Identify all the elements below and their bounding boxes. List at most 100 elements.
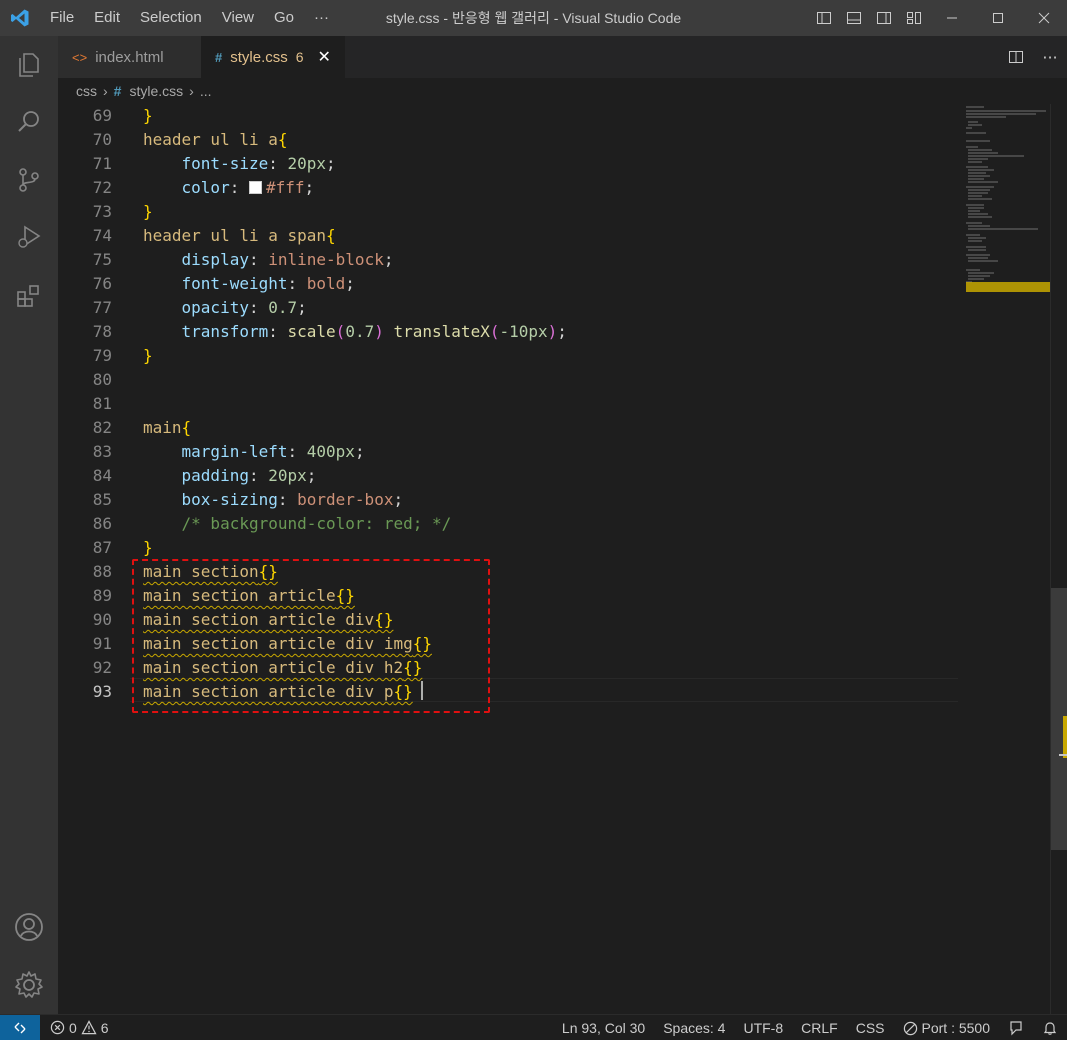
title-controls: [809, 0, 1067, 36]
end-of-line[interactable]: CRLF: [792, 1020, 847, 1036]
code-line: 84 padding: 20px;: [58, 464, 958, 488]
line-number: 92: [92, 658, 112, 677]
status-right-group: Ln 93, Col 30 Spaces: 4 UTF-8 CRLF CSS P…: [553, 1015, 1067, 1040]
maximize-icon[interactable]: [975, 0, 1021, 36]
code-line: 82 main{: [58, 416, 958, 440]
line-number: 84: [92, 466, 112, 485]
breadcrumb-file[interactable]: style.css: [129, 83, 183, 99]
code-line: 73}: [58, 200, 958, 224]
minimap[interactable]: [958, 104, 1050, 1014]
account-icon[interactable]: [0, 902, 58, 952]
tab-label: index.html: [95, 48, 164, 66]
scrollbar-cursor-marker: [1059, 754, 1067, 756]
line-number: 73: [92, 202, 112, 221]
code-text: display: inline-block;: [181, 250, 394, 269]
code-line: 76 font-weight: bold;: [58, 272, 958, 296]
more-actions-icon[interactable]: ···: [1033, 36, 1067, 78]
code-editor[interactable]: 69} 70 header ul li a{ 71 font-size: 20px…: [58, 104, 958, 1014]
color-swatch-icon[interactable]: [248, 181, 262, 194]
line-number: 91: [92, 634, 112, 653]
feedback-icon[interactable]: [999, 1020, 1033, 1036]
line-number: 93: [92, 682, 112, 701]
code-line: 77 opacity: 0.7;: [58, 296, 958, 320]
search-icon[interactable]: [0, 97, 58, 147]
menu-go[interactable]: Go: [264, 0, 304, 36]
tab-index-html[interactable]: <> index.html: [58, 36, 201, 78]
toggle-panel-icon[interactable]: [839, 0, 869, 36]
line-number: 86: [92, 514, 112, 533]
minimize-icon[interactable]: [929, 0, 975, 36]
code-line: 78 transform: scale(0.7) translateX(-10p…: [58, 320, 958, 344]
close-tab-icon[interactable]: ✕: [318, 47, 331, 67]
css-hash-icon: #: [113, 83, 122, 99]
breadcrumb-folder[interactable]: css: [76, 83, 97, 99]
menu-edit[interactable]: Edit: [84, 0, 130, 36]
problem-count-badge: 6: [295, 49, 304, 65]
remote-indicator-icon[interactable]: [0, 1014, 40, 1040]
line-number: 71: [92, 154, 112, 173]
code-line: 72 color: #fff;: [58, 176, 958, 200]
notifications-bell-icon[interactable]: [1033, 1020, 1067, 1036]
no-entry-icon: [903, 1021, 917, 1035]
code-line: 83 margin-left: 400px;: [58, 440, 958, 464]
customize-layout-icon[interactable]: [899, 0, 929, 36]
line-number: 90: [92, 610, 112, 629]
code-line: 69}: [58, 104, 958, 128]
run-debug-icon[interactable]: [0, 212, 58, 262]
menu-selection[interactable]: Selection: [130, 0, 212, 36]
chevron-right-icon: ›: [189, 83, 194, 99]
live-server-port[interactable]: Port : 5500: [894, 1020, 1000, 1036]
warning-icon: [81, 1020, 97, 1035]
split-editor-icon[interactable]: [999, 36, 1033, 78]
problems-indicator[interactable]: 0 6: [50, 1020, 109, 1036]
line-number: 75: [92, 250, 112, 269]
code-text: /* background-color: red; */: [181, 514, 452, 533]
encoding[interactable]: UTF-8: [734, 1020, 792, 1036]
breadcrumb: css › # style.css › ...: [58, 78, 1067, 104]
menu-view[interactable]: View: [212, 0, 264, 36]
warning-count: 6: [100, 1019, 109, 1036]
port-label: Port : 5500: [921, 1020, 991, 1036]
line-number: 81: [92, 394, 112, 413]
code-text: header ul li a{: [143, 130, 288, 149]
line-number: 87: [92, 538, 112, 557]
line-number: 72: [92, 178, 112, 197]
indentation[interactable]: Spaces: 4: [654, 1020, 734, 1036]
title-bar: File Edit Selection View Go ··· style.cs…: [0, 0, 1067, 36]
line-number: 80: [92, 370, 112, 389]
code-text: box-sizing: border-box;: [181, 490, 404, 509]
code-text: font-size: 20px;: [181, 154, 336, 173]
tab-label: style.css: [230, 48, 288, 66]
line-number: 83: [92, 442, 112, 461]
code-text: }: [143, 538, 153, 557]
code-line: 79}: [58, 344, 958, 368]
cursor-position[interactable]: Ln 93, Col 30: [553, 1020, 654, 1036]
vertical-scrollbar[interactable]: [1050, 104, 1067, 1014]
line-number: 76: [92, 274, 112, 293]
language-mode[interactable]: CSS: [847, 1020, 894, 1036]
close-window-icon[interactable]: [1021, 0, 1067, 36]
line-number: 85: [92, 490, 112, 509]
source-control-icon[interactable]: [0, 155, 58, 205]
menu-file[interactable]: File: [40, 0, 84, 36]
menu-bar: File Edit Selection View Go ···: [40, 0, 339, 36]
code-line: 81: [58, 392, 958, 416]
line-number: 89: [92, 586, 112, 605]
menu-more[interactable]: ···: [304, 0, 339, 36]
code-line: 86 /* background-color: red; */: [58, 512, 958, 536]
tab-style-css[interactable]: # style.css 6 ✕: [201, 36, 345, 78]
breadcrumb-more[interactable]: ...: [200, 83, 212, 99]
toggle-primary-sidebar-icon[interactable]: [809, 0, 839, 36]
toggle-secondary-sidebar-icon[interactable]: [869, 0, 899, 36]
html-icon: <>: [72, 49, 88, 65]
extensions-icon[interactable]: [0, 271, 58, 321]
line-number: 77: [92, 298, 112, 317]
settings-gear-icon[interactable]: [0, 960, 58, 1010]
editor-tabs: <> index.html # style.css 6 ✕ ···: [58, 36, 1067, 78]
code-line: 74 header ul li a span{: [58, 224, 958, 248]
code-text: margin-left: 400px;: [181, 442, 365, 461]
explorer-icon[interactable]: [0, 40, 58, 90]
code-text: main{: [143, 418, 192, 437]
code-line: 87}: [58, 536, 958, 560]
status-bar: 0 6 Ln 93, Col 30 Spaces: 4 UTF-8 CRLF C…: [0, 1014, 1067, 1040]
